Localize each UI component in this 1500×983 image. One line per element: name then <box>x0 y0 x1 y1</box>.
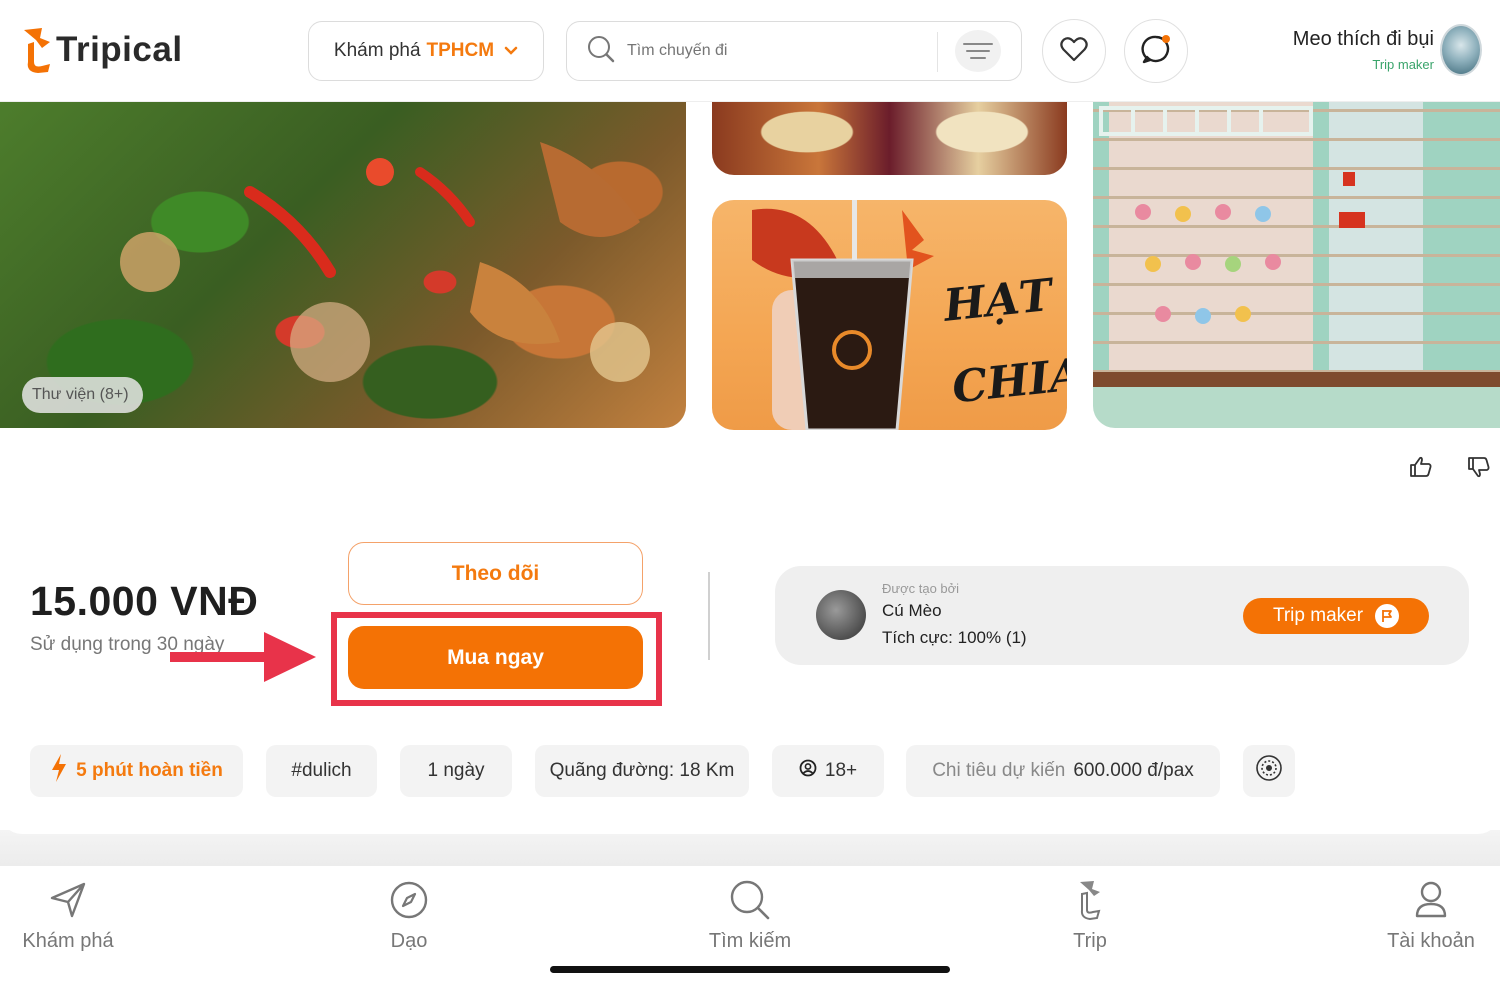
home-indicator[interactable] <box>550 966 950 973</box>
chevron-down-icon <box>504 43 518 59</box>
created-by-label: Được tạo bởi <box>882 581 960 596</box>
creator-avatar[interactable] <box>816 590 866 640</box>
chat-button[interactable] <box>1124 19 1188 83</box>
search-bar <box>566 21 1022 81</box>
filter-icon-line <box>966 50 990 52</box>
age-tag: 18+ <box>772 745 884 797</box>
follow-button[interactable]: Theo dõi <box>348 542 643 605</box>
budget-value: 600.000 đ/pax <box>1073 760 1194 781</box>
tripical-logo[interactable]: Tripical <box>20 26 183 74</box>
gallery-badge[interactable]: Thư viện (8+) <box>22 377 143 413</box>
filter-icon <box>963 43 993 45</box>
distance-tag: Quãng đường: 18 Km <box>535 745 749 797</box>
explore-city-dropdown[interactable]: Khám phá TPHCM <box>308 21 544 81</box>
trip-logo-icon <box>1068 878 1112 922</box>
favorites-button[interactable] <box>1042 19 1106 83</box>
search-divider <box>937 32 938 72</box>
nav-explore-label: Khám phá <box>22 930 114 952</box>
photo-bakery-shop[interactable] <box>1093 102 1500 428</box>
drink-sign-text: HẠT CHIA <box>941 269 1067 414</box>
person-circle-icon <box>799 759 817 783</box>
filter-button[interactable] <box>955 30 1001 72</box>
price: 15.000 VNĐ <box>30 578 259 624</box>
search-icon <box>728 878 772 922</box>
age-label: 18+ <box>824 760 858 781</box>
tripical-logo-icon <box>20 26 54 74</box>
refund-label: 5 phút hoàn tiền <box>76 760 223 781</box>
nav-search-label: Tìm kiếm <box>708 930 792 952</box>
thumbs-down-icon[interactable] <box>1467 455 1491 479</box>
creator-stats: Tích cực: 100% (1) <box>882 628 1027 647</box>
section-divider <box>708 572 710 660</box>
paper-plane-icon <box>46 878 90 922</box>
budget-label: Chi tiêu dự kiến <box>932 760 1066 781</box>
refund-tag: 5 phút hoàn tiền <box>30 745 243 797</box>
top-header: Tripical Khám phá TPHCM Meo thích đi bụi <box>0 0 1500 102</box>
hashtag-tag[interactable]: #dulich <box>266 745 377 797</box>
content-card-edge <box>0 812 1500 834</box>
explore-label: Khám phá <box>333 40 421 61</box>
heart-icon <box>1060 36 1088 67</box>
compass-icon <box>387 878 431 922</box>
settings-wheel-icon <box>1255 754 1283 788</box>
explore-city: TPHCM <box>426 40 495 61</box>
filter-icon-line <box>970 57 986 59</box>
chat-bubble-icon <box>1140 33 1172 70</box>
search-icon <box>587 35 615 68</box>
user-role: Trip maker <box>1372 57 1434 72</box>
nav-explore[interactable]: Khám phá <box>0 878 148 953</box>
thumbs-up-icon[interactable] <box>1409 455 1433 479</box>
photo-dessert[interactable] <box>712 102 1067 175</box>
user-name: Meo thích đi bụi <box>1292 28 1434 50</box>
lightning-icon <box>50 753 68 789</box>
pointer-arrow-icon <box>170 630 320 684</box>
budget-tag: Chi tiêu dự kiến 600.000 đ/pax <box>906 745 1220 797</box>
duration-tag: 1 ngày <box>400 745 512 797</box>
buy-now-button[interactable]: Mua ngay <box>348 626 643 689</box>
logo-text: Tripical <box>56 30 183 69</box>
nav-account-label: Tài khoản <box>1387 930 1475 952</box>
content-separator <box>0 830 1500 866</box>
nav-account[interactable]: Tài khoản <box>1351 878 1500 953</box>
trip-maker-label: Trip maker <box>1272 605 1364 626</box>
nav-trip-label: Trip <box>1073 930 1107 952</box>
creator-name[interactable]: Cú Mèo <box>882 601 942 621</box>
user-icon <box>1409 878 1453 922</box>
nav-trip[interactable]: Trip <box>1010 878 1170 953</box>
search-input[interactable] <box>627 42 927 60</box>
more-options-button[interactable] <box>1243 745 1295 797</box>
nav-stroll[interactable]: Dạo <box>329 878 489 953</box>
flag-badge-icon <box>1375 604 1400 628</box>
nav-stroll-label: Dạo <box>390 930 428 952</box>
photo-drink[interactable]: HẠT CHIA <box>712 200 1067 430</box>
nav-search[interactable]: Tìm kiếm <box>670 878 830 953</box>
user-avatar[interactable] <box>1440 24 1482 76</box>
trip-maker-button[interactable]: Trip maker <box>1243 598 1429 634</box>
user-info[interactable]: Meo thích đi bụi Trip maker <box>1293 28 1434 72</box>
